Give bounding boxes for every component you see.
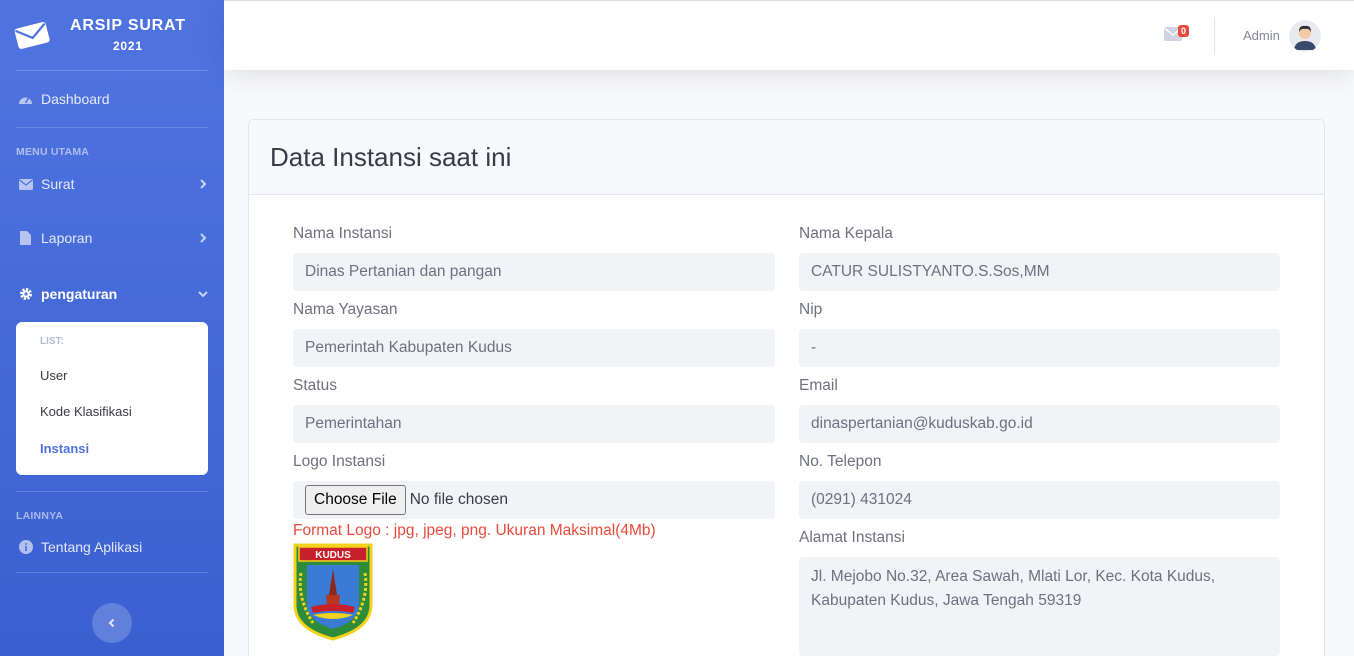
page-title: Data Instansi saat ini [270,141,512,172]
submenu-item-kode-klasifikasi[interactable]: Kode Klasifikasi [16,394,208,431]
sidebar-item-laporan[interactable]: Laporan [0,210,224,266]
sidebar-heading-menu: MENU UTAMA [16,146,90,158]
sidebar-item-label: Tentang Aplikasi [41,538,143,555]
sidebar-item-label: Dashboard [41,91,110,107]
kudus-logo-image: KUDUS [293,543,373,641]
brand-title: ARSIP SURAT [70,17,186,34]
logo-instansi-label: Logo Instansi [293,453,386,470]
submenu-heading: LIST: [40,336,64,347]
sidebar-item-dashboard[interactable]: Dashboard [0,71,224,127]
telepon-field[interactable]: (0291) 431024 [799,481,1280,519]
logo-format-note: Format Logo : jpg, jpeg, png. Ukuran Mak… [293,522,656,539]
info-circle-icon [18,539,33,554]
nama-instansi-field[interactable]: Dinas Pertanian dan pangan [293,253,775,291]
topbar: 0 Admin [224,0,1354,70]
status-field[interactable]: Pemerintahan [293,405,775,443]
submenu-item-instansi[interactable]: Instansi [16,430,208,467]
sidebar-brand[interactable]: ARSIP SURAT 2021 [0,0,224,70]
sidebar-item-pengaturan[interactable]: pengaturan [0,266,224,322]
sidebar: ARSIP SURAT 2021 Dashboard MENU UTAMA Su… [0,0,224,656]
user-name[interactable]: Admin [1243,28,1280,43]
nama-instansi-label: Nama Instansi [293,225,393,242]
logo-text: KUDUS [315,550,351,561]
messages-count-badge: 0 [1178,25,1190,37]
nip-field[interactable]: - [799,329,1280,367]
card-header: Data Instansi saat ini [249,120,1324,195]
submenu-item-user[interactable]: User [16,357,208,394]
email-field[interactable]: dinaspertanian@kuduskab.go.id [799,405,1280,443]
chevron-right-icon [200,233,207,243]
alamat-textarea[interactable]: Jl. Mejobo No.32, Area Sawah, Mlati Lor,… [799,557,1280,656]
topbar-divider [1214,17,1215,55]
chevron-down-icon [198,291,208,298]
envelope-icon [18,177,33,192]
nama-kepala-field[interactable]: CATUR SULISTYANTO.S.Sos,MM [799,253,1280,291]
nip-label: Nip [799,301,823,318]
pengaturan-submenu: LIST: User Kode Klasifikasi Instansi [16,322,208,475]
sidebar-divider [16,571,208,573]
status-label: Status [293,377,337,394]
nama-yayasan-label: Nama Yayasan [293,301,398,318]
sidebar-heading-lainnya: LAINNYA [16,509,64,522]
nama-yayasan-field[interactable]: Pemerintah Kabupaten Kudus [293,329,775,367]
nama-kepala-label: Nama Kepala [799,225,893,242]
file-status-text: No file chosen [409,491,508,508]
email-label: Email [799,377,838,394]
sidebar-item-label: Surat [41,176,75,192]
chevron-right-icon [200,179,207,189]
brand-year: 2021 [112,39,143,53]
avatar[interactable] [1289,20,1321,52]
telepon-label: No. Telepon [799,453,882,470]
chevron-left-icon [108,618,115,628]
sidebar-item-label: pengaturan [41,286,118,302]
sidebar-item-label: Laporan [41,230,93,246]
sidebar-item-surat[interactable]: Surat [0,158,224,210]
alamat-label: Alamat Instansi [799,529,905,546]
logo-file-input[interactable]: Choose File No file chosen [293,481,775,519]
tachometer-icon [18,92,33,107]
sidebar-item-tentang[interactable]: Tentang Aplikasi [0,522,224,572]
choose-file-button[interactable]: Choose File [305,485,406,515]
envelope-icon [14,22,50,49]
file-icon [18,231,33,246]
sidebar-toggle-button[interactable] [92,603,132,643]
gear-icon [18,287,33,302]
